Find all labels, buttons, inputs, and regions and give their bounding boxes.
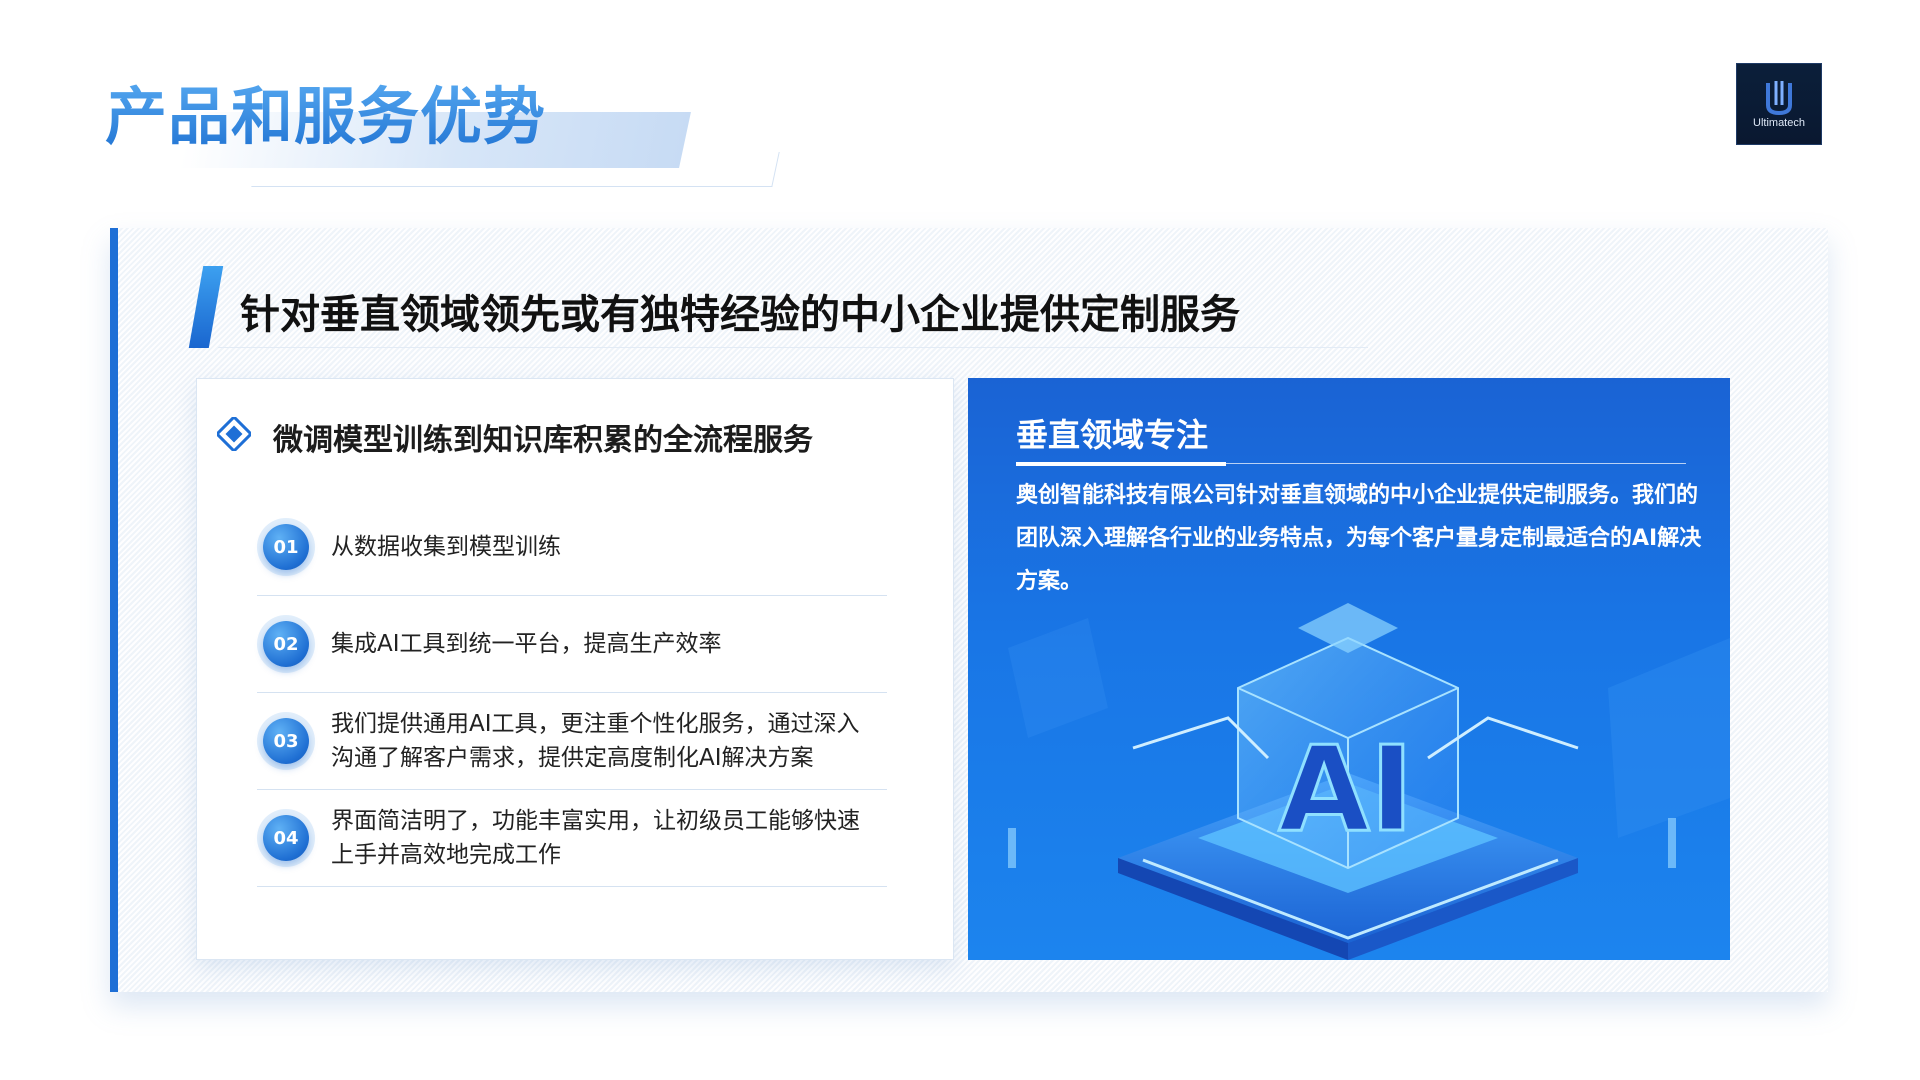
step-text: 我们提供通用AI工具，更注重个性化服务，通过深入沟通了解客户需求，提供定高度制化… [331,711,860,771]
company-logo: Ultimatech [1736,63,1822,145]
logo-text: Ultimatech [1753,117,1805,129]
main-panel: 针对垂直领域领先或有独特经验的中小企业提供定制服务 微调模型训练到知识库积累的全… [110,228,1828,992]
vertical-focus-card: AI 垂直领域专注 奥创智能科技有限公司针对垂直领域的中小企业提供定制服务。我们… [968,378,1730,960]
step-item: 02 集成AI工具到统一平台，提高生产效率 [257,596,887,693]
step-text: 界面简洁明了，功能丰富实用，让初级员工能够快速上手并高效地完成工作 [331,808,860,868]
diamond-icon [217,417,251,451]
step-list: 01 从数据收集到模型训练 02 集成AI工具到统一平台，提高生产效率 03 我… [257,499,887,887]
step-text: 从数据收集到模型训练 [331,534,561,560]
step-item: 03 我们提供通用AI工具，更注重个性化服务，通过深入沟通了解客户需求，提供定高… [257,693,887,790]
service-process-heading: 微调模型训练到知识库积累的全流程服务 [273,423,813,458]
ai-art-label: AI [1278,720,1413,858]
vertical-focus-description: 奥创智能科技有限公司针对垂直领域的中小企业提供定制服务。我们的团队深入理解各行业… [1016,483,1702,594]
heading-underline-accent [1016,462,1226,466]
heading-divider [218,347,1368,348]
step-number-badge: 04 [263,815,309,861]
step-number-badge: 02 [263,621,309,667]
step-number-badge: 03 [263,718,309,764]
title-decoration-outline [251,152,780,187]
page-title: 产品和服务优势 [105,66,546,156]
heading-accent-bar [188,266,224,348]
page-title-area: 产品和服务优势 [105,66,785,187]
step-number-badge: 01 [263,524,309,570]
step-text: 集成AI工具到统一平台，提高生产效率 [331,631,722,657]
ai-cube-illustration: AI [1008,603,1730,960]
service-process-card: 微调模型训练到知识库积累的全流程服务 01 从数据收集到模型训练 02 集成AI… [196,378,954,960]
vertical-focus-heading: 垂直领域专注 [1016,416,1209,454]
ultimatech-logo-icon [1766,81,1792,116]
step-item: 01 从数据收集到模型训练 [257,499,887,596]
panel-heading: 针对垂直领域领先或有独特经验的中小企业提供定制服务 [240,292,1240,338]
step-item: 04 界面简洁明了，功能丰富实用，让初级员工能够快速上手并高效地完成工作 [257,790,887,887]
